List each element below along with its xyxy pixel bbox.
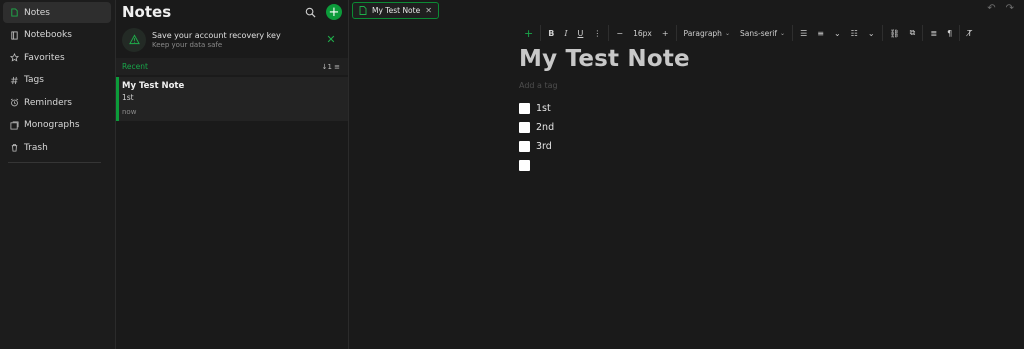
checklist-item: 2nd <box>519 118 939 137</box>
warning-icon <box>122 27 146 52</box>
chevron-down-icon[interactable]: ⌄ <box>863 24 880 42</box>
star-icon <box>9 53 19 63</box>
bullet-list-icon[interactable]: ☰ <box>795 24 812 42</box>
notes-list-panel: Notes + Save your account recovery key K… <box>116 0 349 349</box>
paragraph-icon[interactable]: ¶ <box>942 24 957 42</box>
sidebar-divider <box>8 162 101 163</box>
group-label: Recent <box>122 62 148 71</box>
list-header: Notes + <box>116 0 348 24</box>
toolbar-divider <box>540 25 542 41</box>
sidebar-item-trash[interactable]: Trash <box>3 137 111 158</box>
note-icon <box>9 8 19 18</box>
note-time: now <box>122 108 137 116</box>
checkbox[interactable] <box>519 141 530 152</box>
tag-input[interactable]: Add a tag <box>519 81 939 90</box>
sidebar-item-notes[interactable]: Notes <box>3 2 111 23</box>
list-title: Notes <box>122 3 172 21</box>
increase-font-icon[interactable]: + <box>657 24 674 42</box>
sidebar-item-label: Trash <box>24 142 48 153</box>
list-item[interactable]: My Test Note 1st now <box>116 77 348 121</box>
checklist-item <box>519 156 939 175</box>
chevron-down-icon: ⌄ <box>780 29 786 37</box>
redo-icon[interactable]: ↷ <box>1006 3 1014 14</box>
sidebar-item-reminders[interactable]: Reminders <box>3 92 111 113</box>
formatting-toolbar: + B I U ⋮ − 16px + Paragraph ⌄ Sans-serif… <box>519 24 977 42</box>
checklist-icon[interactable]: ☷ <box>846 24 863 42</box>
font-family-dropdown[interactable]: Sans-serif ⌄ <box>735 24 790 42</box>
toolbar-divider <box>959 25 961 41</box>
alarm-icon <box>9 98 19 108</box>
sidebar-item-label: Reminders <box>24 97 72 108</box>
checklist: 1st 2nd 3rd <box>519 99 939 175</box>
sidebar-item-label: Notes <box>24 7 50 18</box>
checkbox[interactable] <box>519 103 530 114</box>
block-type-dropdown[interactable]: Paragraph ⌄ <box>679 24 735 42</box>
checklist-item-text[interactable]: 1st <box>536 103 551 114</box>
sidebar-item-label: Tags <box>24 75 44 85</box>
bold-icon[interactable]: B <box>543 24 559 42</box>
link-icon[interactable]: ⛓ <box>885 24 905 42</box>
block-type-label: Paragraph <box>683 28 722 38</box>
undo-redo-group: ↶ ↷ <box>987 3 1014 14</box>
search-icon[interactable] <box>303 5 317 19</box>
tab-strip: My Test Note ✕ <box>349 0 1024 19</box>
tab-my-test-note[interactable]: My Test Note ✕ <box>352 2 439 19</box>
close-icon[interactable]: ✕ <box>324 33 338 46</box>
recovery-key-banner[interactable]: Save your account recovery key Keep your… <box>116 25 348 54</box>
checklist-item-text[interactable]: 3rd <box>536 141 552 152</box>
group-header-recent: Recent ↓1 ≡ <box>116 58 348 75</box>
toolbar-divider <box>675 25 677 41</box>
sidebar-item-tags[interactable]: Tags <box>3 70 111 91</box>
toolbar-divider <box>922 25 924 41</box>
chevron-down-icon: ⌄ <box>724 29 730 37</box>
monograph-icon <box>9 120 19 130</box>
add-note-button[interactable]: + <box>326 4 342 20</box>
sidebar-item-favorites[interactable]: Favorites <box>3 47 111 68</box>
sidebar: Notes Notebooks Favorites Tags Reminders… <box>0 0 116 349</box>
copy-icon[interactable]: ⧉ <box>905 24 921 42</box>
toolbar-divider <box>881 25 883 41</box>
insert-icon[interactable]: + <box>519 24 538 42</box>
tab-label: My Test Note <box>372 6 421 15</box>
note-snippet: 1st <box>122 93 134 102</box>
sort-icon[interactable]: ↓1 ≡ <box>322 63 340 71</box>
checkbox[interactable] <box>519 122 530 133</box>
close-tab-icon[interactable]: ✕ <box>425 6 432 15</box>
sidebar-item-label: Monographs <box>24 120 80 130</box>
recovery-subtitle: Keep your data safe <box>152 40 223 49</box>
font-family-label: Sans-serif <box>739 28 778 38</box>
decrease-font-icon[interactable]: − <box>611 24 628 42</box>
underline-icon[interactable]: U <box>573 24 589 42</box>
note-title: My Test Note <box>122 81 185 91</box>
checkbox[interactable] <box>519 160 530 171</box>
sidebar-item-monographs[interactable]: Monographs <box>3 115 111 136</box>
document-title[interactable]: My Test Note <box>519 46 939 72</box>
sidebar-item-label: Notebooks <box>24 30 72 40</box>
trash-icon <box>9 143 19 153</box>
toolbar-divider <box>608 25 610 41</box>
checklist-item: 1st <box>519 99 939 118</box>
document: My Test Note Add a tag 1st 2nd 3rd <box>519 46 939 175</box>
hash-icon <box>9 75 19 85</box>
note-icon <box>359 6 367 15</box>
clear-formatting-icon[interactable]: T̸ <box>962 24 977 42</box>
numbered-list-icon[interactable]: ≡ <box>812 24 829 42</box>
recovery-title: Save your account recovery key <box>152 30 281 40</box>
notebook-icon <box>9 30 19 40</box>
editor-area: My Test Note ✕ ↶ ↷ + B I U ⋮ − 16px + Pa… <box>349 0 1024 349</box>
checklist-item-text[interactable]: 2nd <box>536 122 554 133</box>
checklist-item: 3rd <box>519 137 939 156</box>
font-size-value[interactable]: 16px <box>628 24 657 42</box>
sidebar-item-label: Favorites <box>24 52 65 63</box>
chevron-down-icon[interactable]: ⌄ <box>829 24 846 42</box>
italic-icon[interactable]: I <box>559 24 572 42</box>
align-left-icon[interactable]: ≣ <box>925 24 942 42</box>
toolbar-divider <box>792 25 794 41</box>
sidebar-item-notebooks[interactable]: Notebooks <box>3 25 111 46</box>
more-icon[interactable]: ⋮ <box>588 24 606 42</box>
undo-icon[interactable]: ↶ <box>987 3 995 14</box>
